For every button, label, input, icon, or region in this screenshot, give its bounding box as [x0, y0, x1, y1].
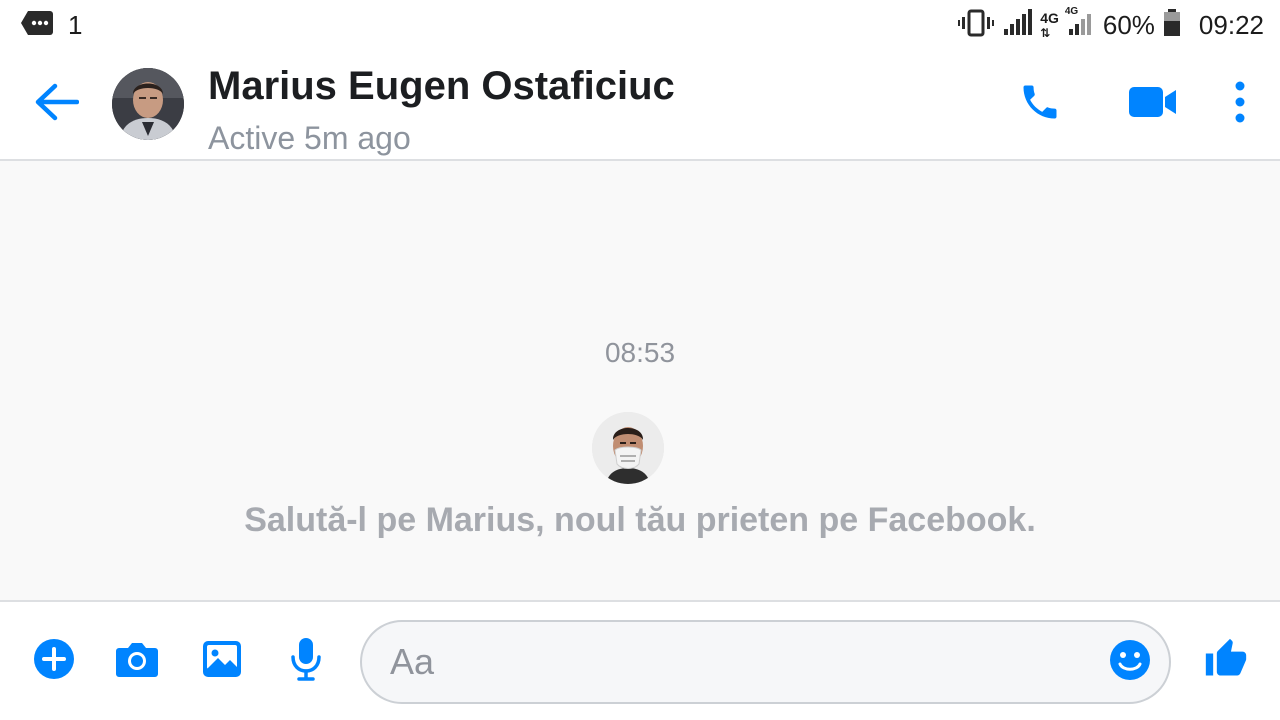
status-bar-left: 1 [20, 10, 82, 41]
message-input[interactable] [390, 632, 1090, 692]
contact-name[interactable]: Marius Eugen Ostaficiuc [208, 64, 675, 109]
battery-icon [1163, 8, 1181, 42]
network-label-2: 4G [1064, 5, 1079, 17]
more-options-button[interactable] [1220, 78, 1260, 130]
phone-icon [1018, 80, 1062, 129]
status-bar: 1 4G ⇅ 4G 60% 09:22 [0, 0, 1280, 50]
new-friend-greeting: Salută-l pe Marius, noul tău prieten pe … [244, 501, 1036, 539]
gallery-icon [202, 640, 242, 683]
status-bar-right: 4G ⇅ 4G 60% 09:22 [958, 6, 1264, 42]
gallery-button[interactable] [199, 638, 245, 684]
back-arrow-icon [33, 82, 80, 127]
camera-button[interactable] [114, 638, 160, 684]
plus-icon [33, 638, 75, 685]
network-type-1: 4G ⇅ [1040, 11, 1059, 40]
camera-icon [115, 640, 159, 683]
voice-call-button[interactable] [1012, 78, 1068, 130]
signal-icon-2: 4G [1065, 6, 1095, 42]
thumbs-up-icon [1204, 637, 1248, 686]
more-vertical-icon [1234, 80, 1246, 129]
messenger-chat-screen: 1 4G ⇅ 4G 60% 09:22 Marius Eugen Ostafic… [0, 0, 1280, 720]
message-composer [0, 600, 1280, 720]
signal-icon [1002, 8, 1033, 42]
clock: 09:22 [1198, 9, 1264, 40]
message-input-container[interactable] [360, 620, 1171, 704]
battery-percent: 60% [1102, 9, 1155, 40]
notification-count: 1 [68, 10, 83, 40]
video-call-button[interactable] [1124, 78, 1182, 130]
contact-active-status: Active 5m ago [208, 120, 411, 156]
contact-avatar[interactable] [112, 68, 184, 140]
friend-avatar[interactable] [592, 412, 664, 484]
chat-header: Marius Eugen Ostaficiuc Active 5m ago [0, 50, 1280, 161]
voice-message-button[interactable] [283, 637, 329, 686]
message-timestamp: 08:53 [604, 337, 676, 368]
send-like-button[interactable] [1200, 636, 1252, 686]
network-label-1: 4G [1040, 9, 1059, 26]
microphone-icon [289, 637, 323, 686]
more-actions-button[interactable] [31, 638, 77, 684]
emoji-button[interactable] [1108, 639, 1152, 686]
data-arrows-icon: ⇅ [1040, 25, 1051, 40]
back-button[interactable] [30, 80, 82, 128]
vibrate-icon [958, 9, 995, 42]
message-notification-icon [20, 10, 54, 41]
emoji-icon [1109, 639, 1151, 686]
conversation-area: 08:53 Salută-l pe Marius, noul tău priet… [0, 161, 1280, 600]
video-camera-icon [1128, 85, 1178, 124]
